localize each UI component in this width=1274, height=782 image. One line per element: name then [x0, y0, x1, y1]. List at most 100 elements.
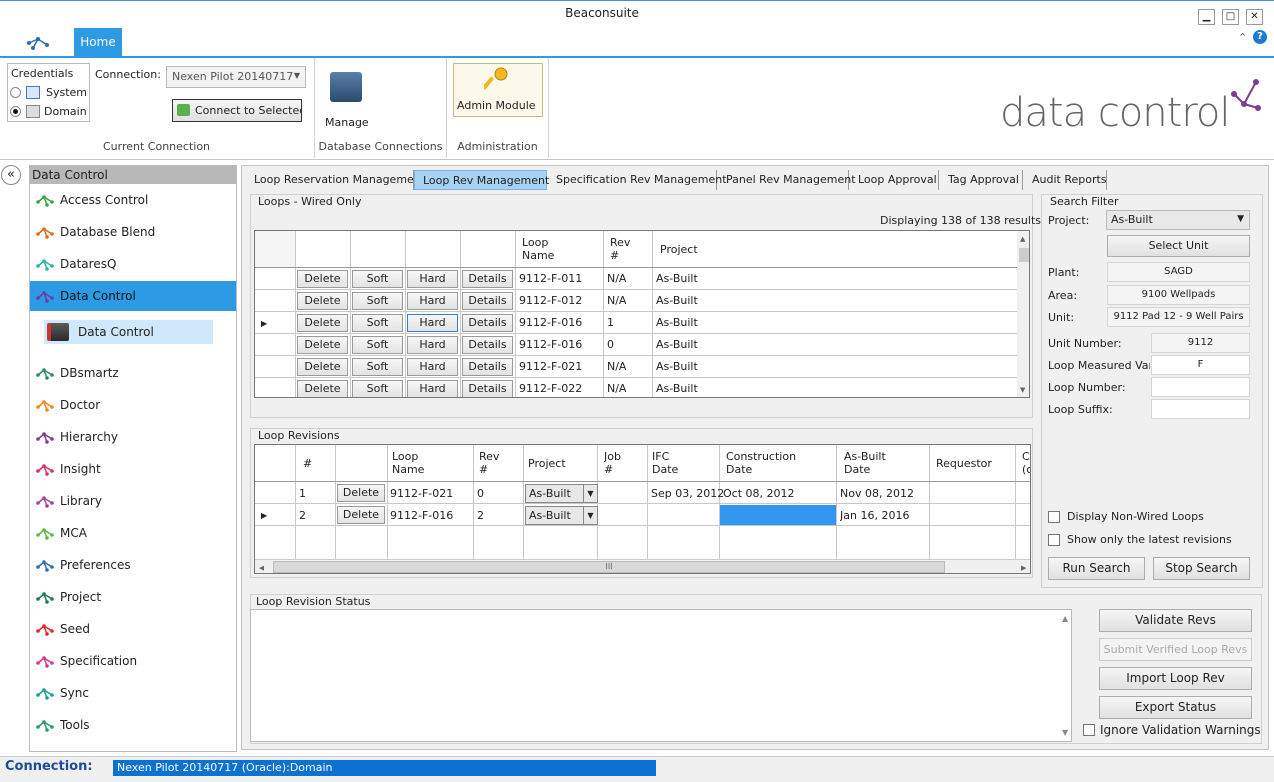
rev-cell[interactable]: 0 [477, 487, 484, 500]
column-header[interactable]: Rev # [479, 450, 499, 476]
collapse-nav-icon[interactable]: « [1, 165, 21, 185]
hard-button[interactable]: Hard [407, 380, 458, 397]
delete-button[interactable]: Delete [297, 380, 348, 397]
tab-loop-rev-management[interactable]: Loop Rev Management [414, 170, 549, 190]
sidebar-item-sync[interactable]: Sync [30, 678, 236, 708]
status-textarea[interactable] [250, 609, 1072, 742]
column-header[interactable]: As-Built Date [844, 450, 886, 476]
column-header-rev[interactable]: Rev # [610, 236, 630, 262]
details-button[interactable]: Details [462, 380, 513, 397]
sidebar-item-insight[interactable]: Insight [30, 454, 236, 484]
non-wired-checkbox[interactable] [1048, 511, 1060, 523]
column-header[interactable]: Loop Name [392, 450, 424, 476]
column-header[interactable]: Job # [604, 450, 621, 476]
hard-button[interactable]: Hard [407, 270, 458, 288]
sidebar-item-dbsmartz[interactable]: DBsmartz [30, 358, 236, 388]
export-status-button[interactable]: Export Status [1099, 696, 1252, 719]
select-unit-button[interactable]: Select Unit [1107, 235, 1250, 257]
project-cell[interactable]: As-Built [656, 382, 698, 395]
delete-revision-button[interactable]: Delete [337, 484, 385, 502]
as-built-date-cell[interactable]: Nov 08, 2012 [840, 487, 914, 500]
loop-suffix-input[interactable] [1151, 399, 1250, 419]
delete-revision-button[interactable]: Delete [337, 506, 385, 524]
rev-cell[interactable]: N/A [607, 360, 626, 373]
soft-button[interactable]: Soft [352, 380, 403, 397]
soft-button[interactable]: Soft [352, 314, 403, 332]
connection-select[interactable]: Nexen Pilot 20140717 ▼ [166, 66, 306, 88]
sidebar-item-hierarchy[interactable]: Hierarchy [30, 422, 236, 452]
nav-subitem-data-control[interactable]: Data Control [44, 320, 213, 344]
details-button[interactable]: Details [462, 336, 513, 354]
soft-button[interactable]: Soft [352, 358, 403, 376]
loop-name-cell[interactable]: 9112-F-012 [519, 294, 582, 307]
hard-button[interactable]: Hard [407, 314, 458, 332]
app-menu-icon[interactable] [26, 34, 50, 52]
ribbon-collapse-icon[interactable]: ⌃ [1238, 31, 1247, 44]
scrollbar-thumb[interactable] [1019, 248, 1029, 262]
sidebar-item-database-blend[interactable]: Database Blend [30, 217, 236, 247]
hscrollbar-thumb[interactable]: III [273, 561, 945, 573]
tab-loop-approval[interactable]: Loop Approval [850, 170, 939, 190]
scroll-up-icon[interactable]: ▲ [1062, 614, 1068, 623]
construction-date-cell[interactable]: Oct 08, 2012 [723, 487, 795, 500]
hard-button[interactable]: Hard [407, 358, 458, 376]
run-search-button[interactable]: Run Search [1048, 557, 1145, 580]
project-cell[interactable]: As-Built [656, 316, 698, 329]
rev-cell[interactable]: N/A [607, 294, 626, 307]
manage-label[interactable]: Manage [325, 116, 369, 129]
tab-home[interactable]: Home [74, 28, 122, 56]
domain-radio[interactable] [10, 106, 21, 117]
details-button[interactable]: Details [462, 314, 513, 332]
rev-cell[interactable]: N/A [607, 382, 626, 395]
tab-panel-rev-management[interactable]: Panel Rev Management [718, 170, 856, 190]
sidebar-item-project[interactable]: Project [30, 582, 236, 612]
details-button[interactable]: Details [462, 270, 513, 288]
delete-button[interactable]: Delete [297, 336, 348, 354]
loop-name-cell[interactable]: 9112-F-021 [519, 360, 582, 373]
project-dropdown[interactable]: As-Built ▼ [525, 484, 598, 503]
details-button[interactable]: Details [462, 292, 513, 310]
soft-button[interactable]: Soft [352, 292, 403, 310]
sidebar-item-dataresq[interactable]: DataresQ [30, 249, 236, 279]
sidebar-item-library[interactable]: Library [30, 486, 236, 516]
project-cell[interactable]: As-Built [656, 272, 698, 285]
scroll-left-icon[interactable]: ◀ [259, 562, 264, 573]
loop-name-cell[interactable]: 9112-F-016 [519, 338, 582, 351]
validate-revs-button[interactable]: Validate Revs [1099, 609, 1252, 632]
scroll-right-icon[interactable]: ▶ [1021, 562, 1026, 573]
import-loop-rev-button[interactable]: Import Loop Rev [1099, 667, 1252, 690]
admin-module-label[interactable]: Admin Module [457, 99, 536, 112]
manage-icon[interactable] [330, 72, 362, 102]
construction-date-cell-selected[interactable] [720, 505, 836, 525]
help-icon[interactable]: ? [1253, 30, 1267, 44]
delete-button[interactable]: Delete [297, 270, 348, 288]
ignore-warnings-checkbox[interactable] [1083, 724, 1095, 736]
loop-name-cell[interactable]: 9112-F-022 [519, 382, 582, 395]
connect-to-selected-button[interactable]: Connect to Selected [172, 99, 302, 122]
hard-button[interactable]: Hard [407, 292, 458, 310]
sidebar-item-doctor[interactable]: Doctor [30, 390, 236, 420]
project-select[interactable]: As-Built ▼ [1106, 210, 1250, 230]
rev-cell[interactable]: 1 [607, 316, 614, 329]
delete-button[interactable]: Delete [297, 314, 348, 332]
sidebar-item-access-control[interactable]: Access Control [30, 185, 236, 215]
maximize-button[interactable]: □ [1222, 9, 1239, 25]
scroll-up-icon[interactable]: ▲ [1020, 233, 1025, 246]
column-header-loop-name[interactable]: Loop Name [522, 236, 554, 262]
project-cell[interactable]: As-Built [656, 294, 698, 307]
loop-name-cell[interactable]: 9112-F-021 [390, 487, 453, 500]
tab-tag-approval[interactable]: Tag Approval [940, 170, 1023, 190]
details-button[interactable]: Details [462, 358, 513, 376]
system-radio[interactable] [10, 87, 21, 98]
rev-cell[interactable]: 2 [477, 509, 484, 522]
ifc-date-cell[interactable]: Sep 03, 2012 [651, 487, 724, 500]
column-header[interactable]: IFC Date [652, 450, 678, 476]
loop-name-cell[interactable]: 9112-F-016 [519, 316, 582, 329]
loop-measured-var-input[interactable]: F [1151, 355, 1250, 375]
sidebar-item-mca[interactable]: MCA [30, 518, 236, 548]
stop-search-button[interactable]: Stop Search [1153, 557, 1250, 580]
submit-verified-button[interactable]: Submit Verified Loop Revs [1099, 638, 1252, 661]
delete-button[interactable]: Delete [297, 358, 348, 376]
revisions-grid[interactable]: # Loop Name Rev # Project Job # IFC Date Const… [254, 444, 1031, 574]
sidebar-item-data-control[interactable]: Data Control [30, 281, 236, 311]
